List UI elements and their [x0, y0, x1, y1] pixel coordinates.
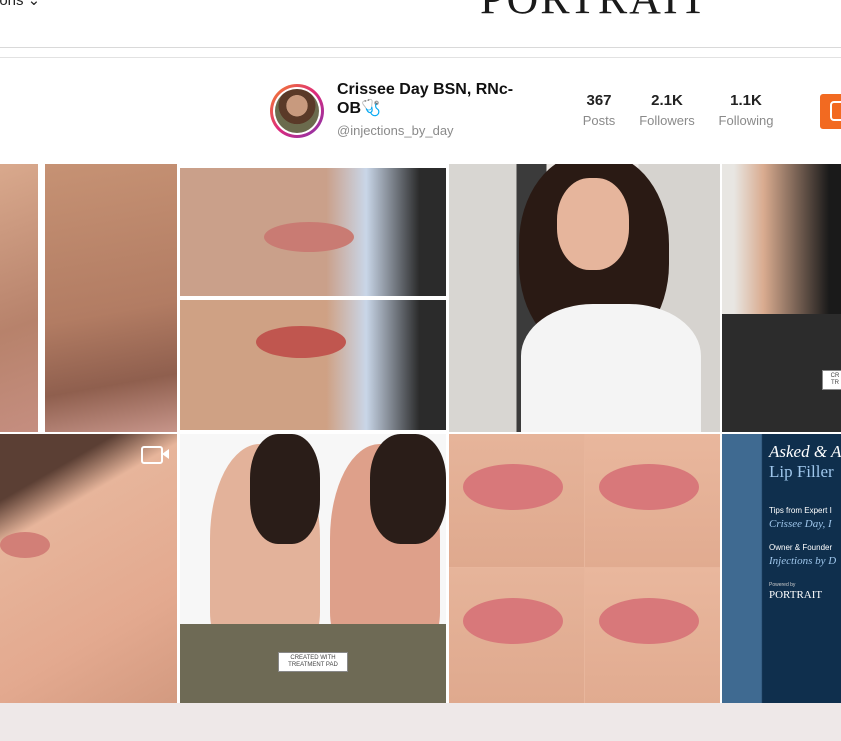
grid-photo[interactable] — [449, 434, 720, 703]
grid-photo[interactable]: CR TR — [722, 164, 841, 432]
divider — [0, 57, 841, 58]
stat-followers-value: 2.1K — [651, 92, 683, 109]
stat-followers-label: Followers — [639, 113, 695, 128]
promo-title: Asked & A — [769, 442, 841, 461]
photo-panel — [180, 300, 446, 430]
photo-panel — [180, 168, 446, 296]
promo-card[interactable]: Asked & A Lip Filler Tips from Expert I … — [722, 434, 841, 703]
brand-logo[interactable]: PORTRAIT — [480, 0, 708, 24]
grid-photo[interactable]: CREATED WITH TREATMENT PAD — [180, 434, 446, 703]
badge-line: TR — [831, 380, 839, 386]
grid-photo[interactable] — [449, 164, 720, 432]
badge-line: TREATMENT PAD — [288, 662, 338, 668]
grid-photo[interactable] — [0, 164, 38, 432]
avatar[interactable] — [270, 84, 324, 138]
stat-posts: 367 Posts — [564, 92, 634, 128]
grid-photo[interactable] — [45, 164, 177, 432]
profile-name[interactable]: Crissee Day BSN, RNc-OB🩺 — [337, 80, 537, 118]
treatment-pad-badge: CR TR — [822, 370, 841, 390]
instagram-follow-button[interactable] — [820, 94, 841, 129]
stat-posts-label: Posts — [582, 113, 616, 128]
stat-following: 1.1K Following — [711, 92, 781, 128]
grid-photo[interactable] — [0, 434, 177, 703]
promo-tips-name: Crissee Day, I — [769, 518, 832, 530]
promo-powered-brand: PORTRAIT — [769, 589, 823, 601]
video-camera-icon — [141, 446, 163, 464]
stat-following-label: Following — [718, 113, 774, 128]
stat-following-value: 1.1K — [730, 92, 762, 109]
grid-photo[interactable] — [180, 164, 446, 432]
stat-posts-value: 367 — [586, 92, 612, 109]
promo-owner-biz: Injections by D — [769, 555, 837, 567]
stat-followers: 2.1K Followers — [632, 92, 702, 128]
profile-handle[interactable]: @injections_by_day — [337, 123, 454, 138]
top-navigation-bar: ions ⌄ PORTRAIT — [0, 0, 841, 48]
page-footer — [0, 703, 841, 741]
avatar-photo — [275, 89, 319, 133]
promo-tips-label: Tips from Expert I — [769, 506, 832, 515]
promo-owner-label: Owner & Founder — [769, 543, 833, 552]
badge-line: CR — [830, 373, 840, 379]
nav-menu-item[interactable]: ions ⌄ — [0, 0, 40, 9]
treatment-pad-badge: CREATED WITH TREATMENT PAD — [278, 652, 348, 672]
instagram-icon — [830, 101, 841, 121]
promo-subtitle: Lip Filler — [769, 462, 834, 481]
promo-powered-by: Powered by — [769, 582, 796, 588]
badge-line: CREATED WITH — [290, 655, 336, 661]
